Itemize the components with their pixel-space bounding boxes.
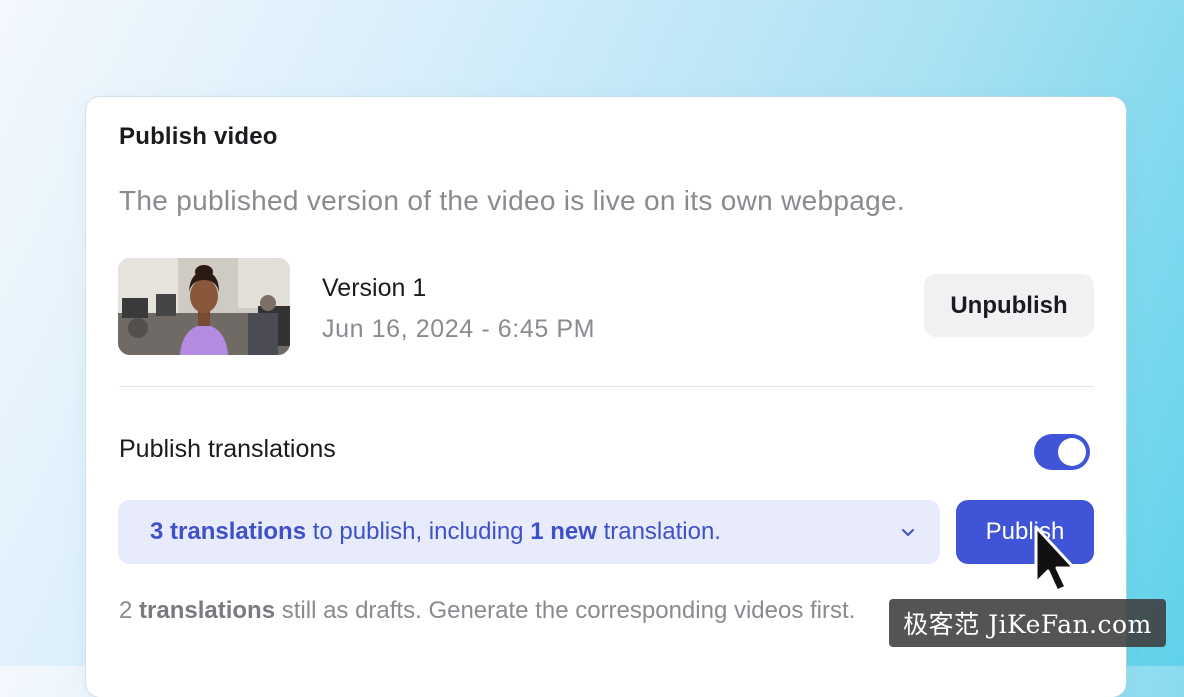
divider	[119, 386, 1094, 387]
publish-translations-label: Publish translations	[119, 435, 336, 463]
chevron-down-icon	[902, 529, 914, 536]
translations-summary: 3 translations to publish, including 1 n…	[150, 518, 721, 545]
toggle-knob	[1058, 438, 1086, 466]
dialog-subtitle: The published version of the video is li…	[119, 185, 905, 216]
video-thumbnail	[118, 258, 290, 355]
watermark-badge: 极客范 JiKeFan.com	[889, 599, 1166, 647]
translations-select[interactable]: 3 translations to publish, including 1 n…	[118, 500, 940, 564]
version-name: Version 1	[322, 274, 427, 302]
mouse-pointer-icon	[1034, 525, 1076, 593]
unpublish-button[interactable]: Unpublish	[924, 274, 1094, 337]
dialog-title: Publish video	[119, 123, 278, 150]
version-date: Jun 16, 2024 - 6:45 PM	[322, 315, 596, 343]
drafts-note: 2 translations still as drafts. Generate…	[119, 597, 856, 624]
publish-translations-toggle[interactable]	[1034, 434, 1090, 470]
